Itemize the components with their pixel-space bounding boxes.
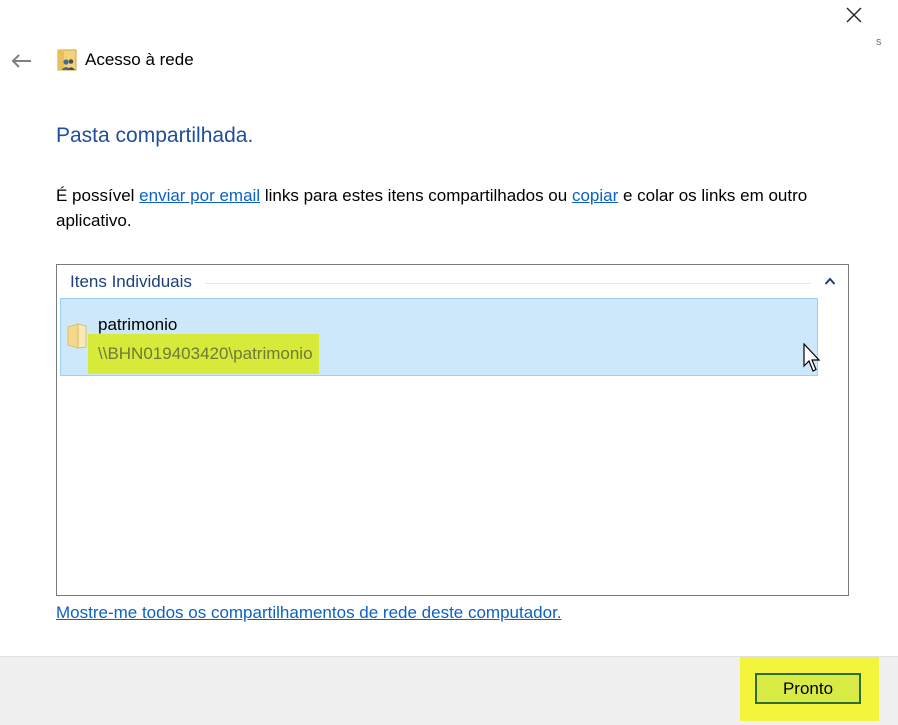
mouse-pointer-icon: [803, 342, 823, 373]
group-header: Itens Individuais: [70, 272, 192, 291]
edge-glyph: s: [876, 36, 882, 48]
folder-icon: [66, 323, 88, 349]
copy-link[interactable]: copiar: [572, 186, 618, 205]
done-button[interactable]: Pronto: [755, 673, 861, 704]
page-heading: Pasta compartilhada.: [56, 124, 254, 147]
description-part2: links para estes itens compartilhados ou: [260, 186, 572, 205]
back-arrow-icon: [11, 54, 31, 68]
description-part1: É possível: [56, 186, 140, 205]
email-link[interactable]: enviar por email: [139, 186, 260, 205]
chevron-up-icon: [824, 277, 836, 285]
shared-items-list[interactable]: Itens Individuais patrimonio \\BHN019403…: [56, 264, 849, 596]
network-access-window: s Acesso à rede Pasta compartilhada. É p…: [0, 0, 898, 725]
network-share-icon: [57, 49, 77, 71]
window-title: Acesso à rede: [85, 50, 194, 69]
back-button[interactable]: [8, 50, 34, 72]
description-text: É possível enviar por email links para e…: [56, 183, 856, 233]
group-divider: [205, 283, 811, 284]
show-all-shares-link[interactable]: Mostre-me todos os compartilhamentos de …: [56, 603, 562, 623]
item-path: \\BHN019403420\patrimonio: [88, 334, 319, 374]
close-icon: [846, 7, 862, 23]
list-item[interactable]: patrimonio \\BHN019403420\patrimonio: [60, 298, 818, 376]
item-name: patrimonio: [98, 315, 178, 334]
collapse-group-button[interactable]: [821, 273, 839, 289]
close-button[interactable]: [836, 0, 872, 30]
